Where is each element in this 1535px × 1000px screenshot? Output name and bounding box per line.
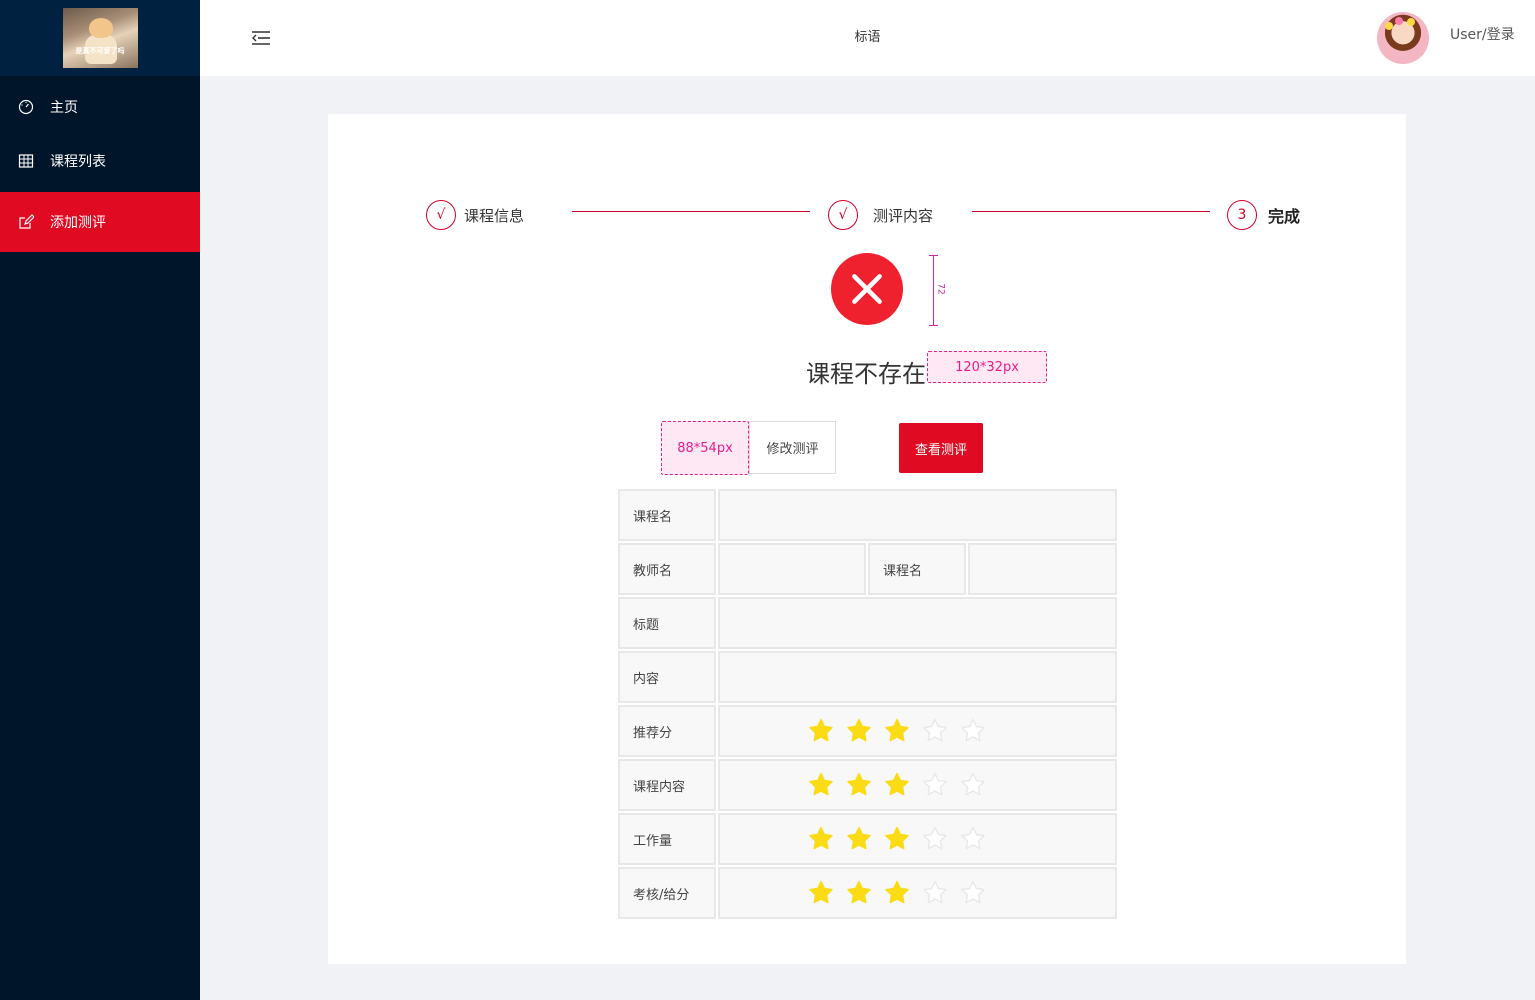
field-label: 考核/给分 — [618, 867, 716, 919]
annotation-box: 88*54px — [661, 421, 749, 475]
rating-row: 课程内容 — [618, 759, 1117, 811]
field-label: 课程名 — [868, 543, 966, 595]
star-empty-icon[interactable] — [959, 771, 987, 799]
star-filled-icon[interactable] — [845, 879, 873, 907]
title-field[interactable] — [718, 597, 1117, 649]
sidebar-item-home[interactable]: 主页 — [0, 80, 200, 134]
sidebar-menu: 主页 课程列表 添加测评 — [0, 80, 200, 252]
dimension-line — [933, 255, 934, 325]
star-empty-icon[interactable] — [921, 771, 949, 799]
avatar[interactable] — [1377, 12, 1429, 64]
rating-row: 考核/给分 — [618, 867, 1117, 919]
content-field[interactable] — [718, 651, 1117, 703]
step-connector — [572, 211, 810, 212]
sidebar: 是真不可爱了吗 主页 课程列表 添加测评 — [0, 0, 200, 1000]
table-row: 标题 — [618, 597, 1117, 649]
workload-score-stars — [718, 813, 1117, 865]
star-filled-icon[interactable] — [807, 717, 835, 745]
edit-review-button[interactable]: 修改测评 — [749, 421, 836, 474]
error-message: 课程不存在 — [806, 360, 926, 388]
step-marker: √ — [426, 200, 456, 230]
review-form-table: 课程名 教师名 课程名 标题 内容 推荐分 课程内容 工作量 考核/给分 — [618, 489, 1117, 921]
step-label: 课程信息 — [464, 206, 525, 225]
star-filled-icon[interactable] — [807, 825, 835, 853]
course-name-field-2[interactable] — [968, 543, 1117, 595]
user-login-link[interactable]: User/登录 — [1450, 24, 1515, 44]
star-rating — [720, 825, 997, 853]
sidebar-item-label: 添加测评 — [50, 215, 106, 231]
dimension-cap — [929, 255, 938, 256]
star-filled-icon[interactable] — [883, 825, 911, 853]
dimension-cap — [929, 325, 938, 326]
star-rating — [720, 879, 997, 907]
grading-score-stars — [718, 867, 1117, 919]
table-row: 课程名 — [618, 489, 1117, 541]
star-rating — [720, 717, 997, 745]
annotation-box: 120*32px — [927, 351, 1047, 383]
star-empty-icon[interactable] — [959, 879, 987, 907]
star-filled-icon[interactable] — [845, 825, 873, 853]
star-empty-icon[interactable] — [959, 825, 987, 853]
dashboard-icon — [18, 99, 34, 115]
field-label: 推荐分 — [618, 705, 716, 757]
star-empty-icon[interactable] — [921, 825, 949, 853]
step-connector — [972, 211, 1210, 212]
table-row: 内容 — [618, 651, 1117, 703]
star-filled-icon[interactable] — [845, 771, 873, 799]
course-content-score-stars — [718, 759, 1117, 811]
sidebar-item-course-list[interactable]: 课程列表 — [0, 134, 200, 188]
top-header: 标语 User/登录 — [200, 0, 1535, 76]
field-label: 课程名 — [618, 489, 716, 541]
field-label: 内容 — [618, 651, 716, 703]
header-slogan: 标语 — [854, 30, 881, 45]
star-filled-icon[interactable] — [845, 717, 873, 745]
star-filled-icon[interactable] — [883, 879, 911, 907]
star-filled-icon[interactable] — [883, 717, 911, 745]
rating-row: 推荐分 — [618, 705, 1117, 757]
logo-area: 是真不可爱了吗 — [0, 0, 200, 76]
edit-icon — [18, 214, 34, 230]
step-label: 测评内容 — [873, 206, 934, 225]
step-complete: 3 完成 — [1227, 200, 1300, 230]
step-marker: √ — [828, 200, 858, 230]
star-filled-icon[interactable] — [807, 771, 835, 799]
teacher-name-field[interactable] — [718, 543, 866, 595]
step-course-info: √ 课程信息 — [426, 200, 524, 230]
logo-text: 是真不可爱了吗 — [75, 47, 125, 55]
logo-image[interactable]: 是真不可爱了吗 — [62, 8, 138, 68]
field-label: 课程内容 — [618, 759, 716, 811]
sidebar-item-add-review[interactable]: 添加测评 — [0, 192, 200, 252]
step-marker: 3 — [1227, 200, 1257, 230]
main-card: √ 课程信息 √ 测评内容 3 完成 72 课程不存在 120*32px 88*… — [328, 114, 1406, 964]
sidebar-item-label: 课程列表 — [50, 154, 106, 170]
step-review-content: √ 测评内容 — [828, 200, 933, 230]
field-label: 教师名 — [618, 543, 716, 595]
recommend-score-stars — [718, 705, 1117, 757]
field-label: 标题 — [618, 597, 716, 649]
sidebar-item-label: 主页 — [50, 100, 78, 116]
dimension-label: 72 — [935, 283, 946, 295]
table-icon — [18, 153, 34, 169]
step-label: 完成 — [1268, 207, 1301, 226]
course-name-field[interactable] — [718, 489, 1117, 541]
rating-row: 工作量 — [618, 813, 1117, 865]
field-label: 工作量 — [618, 813, 716, 865]
star-empty-icon[interactable] — [921, 717, 949, 745]
star-rating — [720, 771, 997, 799]
error-icon — [831, 253, 903, 325]
star-empty-icon[interactable] — [959, 717, 987, 745]
view-review-button[interactable]: 查看测评 — [899, 423, 983, 473]
star-filled-icon[interactable] — [807, 879, 835, 907]
star-empty-icon[interactable] — [921, 879, 949, 907]
table-row: 教师名 课程名 — [618, 543, 1117, 595]
star-filled-icon[interactable] — [883, 771, 911, 799]
